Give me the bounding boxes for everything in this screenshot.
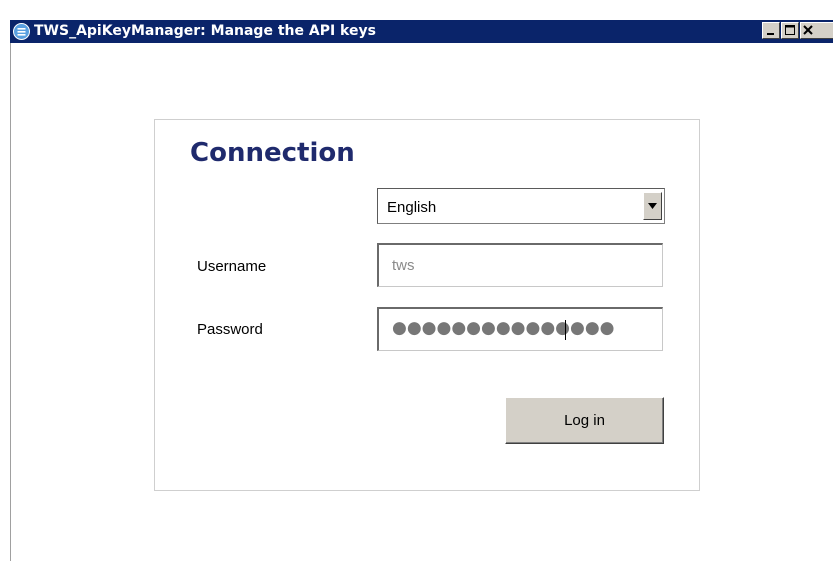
chevron-down-icon: [648, 203, 657, 209]
minimize-icon: [767, 33, 774, 35]
maximize-button[interactable]: [781, 22, 799, 39]
app-icon: [13, 23, 30, 40]
window-titlebar[interactable]: TWS_ApiKeyManager: Manage the API keys: [10, 20, 833, 43]
password-label: Password: [197, 321, 263, 338]
text-caret: [565, 320, 566, 340]
username-label: Username: [197, 258, 267, 275]
language-selected-value: English: [387, 199, 437, 216]
top-strip: [0, 0, 833, 20]
minimize-button[interactable]: [762, 22, 780, 39]
password-masked-value: ●●●●●●●●●●●●●●●: [392, 318, 615, 338]
login-button[interactable]: Log in: [505, 397, 664, 444]
login-button-label: Log in: [564, 412, 605, 429]
window-title: TWS_ApiKeyManager: Manage the API keys: [34, 23, 376, 39]
screen: TWS_ApiKeyManager: Manage the API keys C…: [0, 0, 833, 561]
close-icon: [803, 25, 813, 35]
close-button[interactable]: [800, 22, 833, 39]
username-field[interactable]: tws: [377, 243, 663, 287]
window-left-border: [10, 43, 11, 561]
connection-heading: Connection: [190, 138, 355, 168]
maximize-icon: [785, 25, 795, 35]
password-field[interactable]: ●●●●●●●●●●●●●●●: [377, 307, 663, 351]
username-value: tws: [392, 257, 415, 274]
language-select[interactable]: English: [377, 188, 665, 224]
language-dropdown-button[interactable]: [643, 192, 662, 220]
